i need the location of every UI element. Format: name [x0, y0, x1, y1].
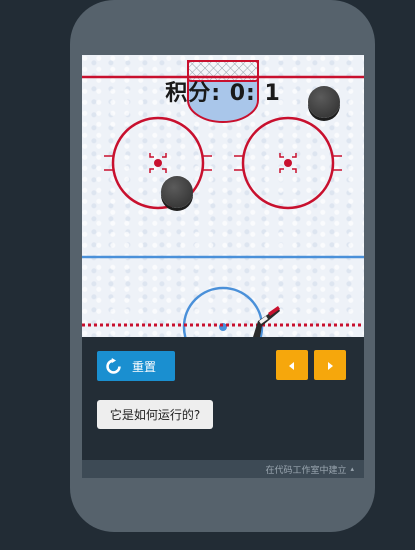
footer-text: 在代码工作室中建立: [265, 465, 347, 476]
caret-up-icon: ▴: [350, 465, 354, 473]
game-screen: 积分: 0: 1 重置 它是如何运行的? 在代码工作室中建立 ▴: [82, 55, 364, 478]
puck[interactable]: [308, 86, 340, 118]
hockey-rink[interactable]: 积分: 0: 1: [82, 55, 364, 337]
puck[interactable]: [161, 176, 193, 208]
footer-bar[interactable]: 在代码工作室中建立 ▴: [82, 460, 364, 478]
faceoff-circle-right: [234, 116, 342, 210]
how-it-works-button[interactable]: 它是如何运行的?: [97, 400, 213, 429]
reset-label: 重置: [132, 359, 157, 374]
arrow-right-icon: [325, 356, 335, 375]
control-panel: 重置 它是如何运行的?: [82, 337, 364, 478]
move-left-button[interactable]: [276, 350, 308, 380]
move-right-button[interactable]: [314, 350, 346, 380]
arrow-left-icon: [287, 356, 297, 375]
faceoff-circle-left: [104, 116, 212, 210]
refresh-icon: [105, 357, 122, 375]
reset-button[interactable]: 重置: [97, 351, 175, 381]
